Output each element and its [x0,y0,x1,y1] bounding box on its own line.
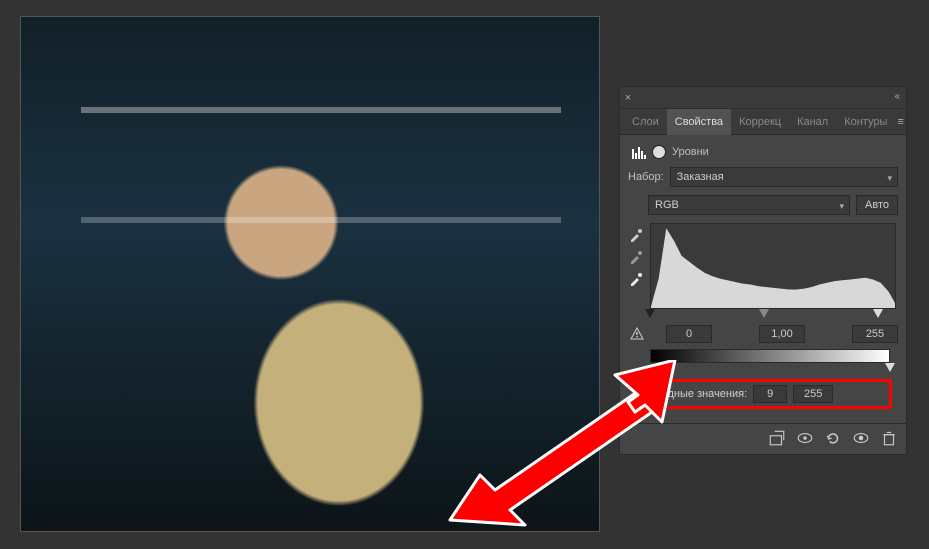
input-gamma-slider[interactable] [759,309,769,318]
clip-to-layer-icon[interactable] [768,430,786,446]
output-slider-track[interactable] [650,363,890,375]
adjustment-title: Уровни [672,146,709,158]
output-white-field[interactable] [793,385,833,403]
output-gradient[interactable] [650,349,890,363]
panel-body: Уровни Набор: Заказная RGB Авто [620,135,906,423]
output-black-slider[interactable] [653,363,663,372]
tab-layers[interactable]: Слои [624,109,667,135]
eyedropper-gray-icon[interactable] [628,249,644,265]
eyedropper-group [628,223,644,287]
mask-icon [652,145,666,159]
eyedropper-black-icon[interactable] [628,227,644,243]
reset-icon[interactable] [824,430,842,446]
panel-header: × « [620,87,906,109]
panel-tabs: Слои Свойства Коррекц Канал Контуры ≡ [620,109,906,135]
tab-properties[interactable]: Свойства [667,109,731,135]
adjustment-title-row: Уровни [630,145,898,159]
output-black-field[interactable] [753,385,787,403]
canvas-image [21,17,599,531]
levels-icon [630,145,646,159]
panel-menu-icon[interactable]: ≡ [895,116,906,128]
auto-button[interactable]: Авто [856,195,898,215]
canvas-detail [81,107,561,113]
properties-panel: × « Слои Свойства Коррекц Канал Контуры … [619,86,907,455]
visibility-icon[interactable] [852,430,870,446]
warning-icon[interactable] [630,327,644,341]
tab-adjustments[interactable]: Коррекц [731,109,789,135]
channel-row: RGB Авто [628,195,898,215]
histogram[interactable] [650,223,896,309]
channel-select[interactable]: RGB [648,195,850,215]
eyedropper-white-icon[interactable] [628,271,644,287]
document-canvas[interactable] [20,16,600,532]
input-values-row [630,325,898,343]
output-white-slider[interactable] [885,363,895,372]
histogram-area [628,223,898,309]
tab-channels[interactable]: Канал [789,109,836,135]
tab-paths[interactable]: Контуры [836,109,895,135]
panel-footer [620,423,906,454]
input-slider-track[interactable] [650,309,878,321]
input-black-slider[interactable] [645,309,655,318]
preset-row: Набор: Заказная [628,167,898,187]
canvas-detail [81,217,561,223]
delete-icon[interactable] [880,430,898,446]
panel-collapse-icon[interactable]: « [894,91,900,102]
input-white-field[interactable] [852,325,898,343]
view-previous-icon[interactable] [796,430,814,446]
panel-close-icon[interactable]: × [620,92,636,104]
output-label: Выходные значения: [641,388,747,400]
input-gamma-field[interactable] [759,325,805,343]
input-black-field[interactable] [666,325,712,343]
preset-label: Набор: [628,171,664,183]
output-values-row: Выходные значения: [634,379,892,409]
preset-select[interactable]: Заказная [670,167,898,187]
input-white-slider[interactable] [873,309,883,318]
